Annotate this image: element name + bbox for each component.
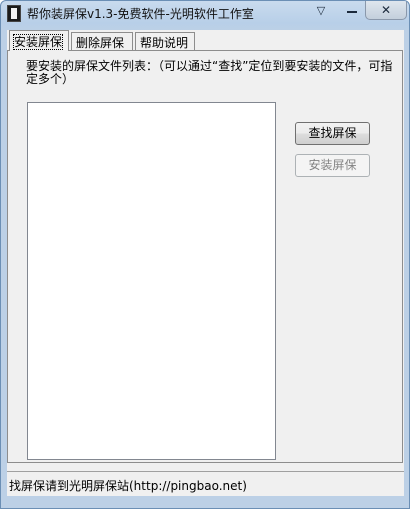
status-text: 找屏保请到光明屏保站(http://pingbao.net) xyxy=(9,479,247,493)
tab-label: 删除屏保 xyxy=(76,36,125,50)
status-bar: 找屏保请到光明屏保站(http://pingbao.net) xyxy=(7,471,404,494)
screensaver-file-list[interactable] xyxy=(27,102,276,460)
dropdown-icon[interactable]: ▽ xyxy=(309,1,333,20)
tab-label: 帮助说明 xyxy=(140,36,189,50)
tab-install-screensaver[interactable]: 安装屏保 xyxy=(9,30,69,51)
title-bar[interactable]: 帮你装屏保v1.3-免费软件-光明软件工作室 ▽ ✕ xyxy=(1,1,409,27)
tab-label: 安装屏保 xyxy=(12,34,64,50)
screensaver-app-icon[interactable] xyxy=(7,5,21,22)
file-list-instruction: 要安装的屏保文件列表：（可以通过“查找”定位到要安装的文件，可指定多个） xyxy=(26,59,393,86)
install-tab-panel: 要安装的屏保文件列表：（可以通过“查找”定位到要安装的文件，可指定多个） 查找屏… xyxy=(7,50,403,463)
minimize-icon xyxy=(347,10,357,13)
close-icon: ✕ xyxy=(380,3,392,17)
minimize-button[interactable] xyxy=(339,1,365,20)
client-area: 安装屏保 删除屏保 帮助说明 要安装的屏保文件列表：（可以通过“查找”定位到要安… xyxy=(7,30,404,496)
find-screensaver-button[interactable]: 查找屏保 xyxy=(295,122,370,145)
app-window: 帮你装屏保v1.3-免费软件-光明软件工作室 ▽ ✕ 安装屏保 删除屏保 帮助说… xyxy=(0,0,410,509)
tab-delete-screensaver[interactable]: 删除屏保 xyxy=(71,32,133,50)
window-title: 帮你装屏保v1.3-免费软件-光明软件工作室 xyxy=(27,7,254,21)
dropdown-glyph: ▽ xyxy=(316,4,326,17)
tab-help[interactable]: 帮助说明 xyxy=(135,32,195,50)
install-screensaver-button[interactable]: 安装屏保 xyxy=(295,154,370,177)
close-button[interactable]: ✕ xyxy=(365,1,407,20)
